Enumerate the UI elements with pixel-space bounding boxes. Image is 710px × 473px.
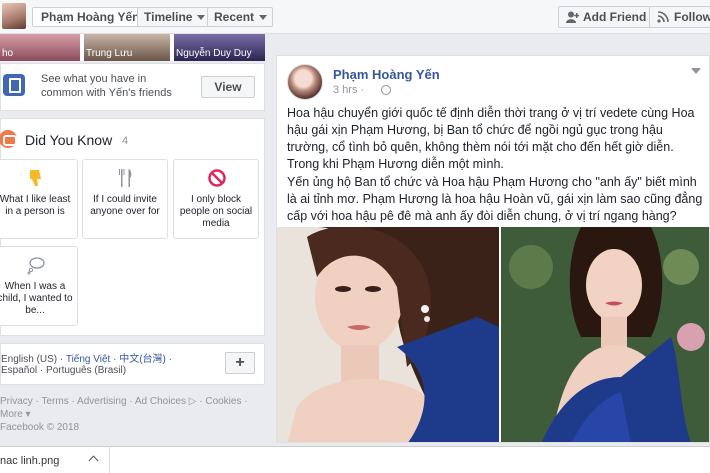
tile-text: I only block people on social media	[179, 194, 253, 229]
thumbs-down-icon	[30, 170, 41, 186]
friend-photo[interactable]: Trung Lưu	[84, 34, 170, 61]
woman-portrait-image	[277, 227, 499, 442]
mutual-friends-icon	[3, 74, 25, 96]
thought-bubble-icon	[27, 257, 45, 275]
add-friend-label: Add Friend	[583, 10, 647, 24]
add-friend-icon	[566, 11, 579, 23]
tile-text: If I could invite anyone over for	[90, 194, 160, 217]
languages-card: English (US) · Tiếng Việt · 中文(台灣) · Esp…	[0, 343, 265, 385]
post-card: Phạm Hoàng Yến 3 hrs · Hoa hậu chuyển gi…	[276, 55, 710, 443]
did-you-know-tile[interactable]: When I was a child, I wanted to be...	[0, 246, 78, 326]
friend-name: Trung Lưu	[86, 48, 133, 59]
download-item[interactable]: nac linh.png	[0, 447, 110, 473]
friend-name: Nguyễn Duy Duy	[176, 48, 252, 59]
chevron-down-icon	[259, 15, 268, 20]
post-timestamp[interactable]: 3 hrs ·	[333, 84, 364, 96]
block-icon	[208, 169, 226, 187]
friend-photo[interactable]: ho	[0, 34, 80, 61]
language-links-2[interactable]: Español · Português (Brasil)	[1, 365, 126, 376]
profile-name-button[interactable]: Phạm Hoàng Yến	[32, 7, 149, 27]
languages-line-1: English (US) · Tiếng Việt · 中文(台灣) ·	[1, 350, 172, 365]
chevron-up-icon[interactable]	[88, 455, 99, 466]
follow-label: Follow	[674, 10, 710, 24]
profile-avatar-small[interactable]	[2, 3, 26, 29]
did-you-know-count: 4	[122, 135, 129, 147]
recent-label: Recent	[214, 10, 255, 24]
current-language: English (US)	[1, 354, 58, 365]
did-you-know-tile[interactable]: If I could invite anyone over for	[82, 159, 168, 239]
post-paragraph: Hoa hậu chuyển giới quốc tế định diễn th…	[287, 106, 695, 171]
footer-more[interactable]: More ▾	[0, 409, 31, 420]
rss-icon	[657, 11, 669, 23]
friend-name: ho	[2, 48, 14, 59]
add-language-button[interactable]: +	[225, 352, 255, 374]
post-author-avatar[interactable]	[287, 64, 323, 100]
woman-blue-dress-image	[501, 227, 709, 442]
post-photo[interactable]	[277, 227, 499, 442]
language-links[interactable]: · Tiếng Việt · 中文(台灣) ·	[60, 354, 172, 365]
profile-header-bar: Phạm Hoàng Yến Timeline Recent Add Frien…	[0, 0, 710, 34]
download-bar: nac linh.png	[0, 446, 710, 473]
timeline-dropdown[interactable]: Timeline	[137, 7, 212, 27]
did-you-know-tile[interactable]: What I like least in a person is	[0, 159, 78, 239]
fork-knife-icon	[119, 169, 132, 187]
download-file-name: nac linh.png	[0, 455, 60, 467]
post-author-name[interactable]: Phạm Hoàng Yến	[333, 67, 440, 82]
friend-photo[interactable]: Nguyễn Duy Duy	[174, 34, 265, 61]
did-you-know-tile[interactable]: I only block people on social media	[173, 159, 259, 239]
recent-dropdown[interactable]: Recent	[207, 7, 274, 27]
tile-text: What I like least in a person is	[0, 194, 71, 217]
follow-button[interactable]: Follow	[649, 6, 710, 28]
friends-photo-strip: ho Trung Lưu Nguyễn Duy Duy	[0, 34, 265, 61]
view-button[interactable]: View	[201, 76, 255, 98]
footer-links[interactable]: Privacy · Terms · Advertising · Ad Choic…	[0, 396, 248, 407]
chevron-down-icon[interactable]	[691, 68, 701, 74]
did-you-know-title: Did You Know	[25, 132, 113, 148]
mutual-friends-text: See what you have in common with Yến's f…	[41, 73, 172, 99]
post-paragraph: Yến ủng hộ Ban tổ chức và Hoa hậu Phạm H…	[287, 175, 703, 223]
footer-copyright: Facebook © 2018	[0, 422, 80, 433]
chevron-down-icon	[197, 15, 206, 20]
post-photo[interactable]	[501, 227, 709, 442]
add-friend-button[interactable]: Add Friend	[558, 6, 656, 28]
tile-text: When I was a child, I wanted to be...	[0, 281, 73, 316]
timeline-label: Timeline	[144, 10, 193, 24]
globe-icon	[381, 85, 391, 95]
speech-bubble-icon	[0, 130, 17, 148]
mutual-friends-card: See what you have in common with Yến's f…	[0, 63, 265, 111]
did-you-know-card: Did You Know 4 What I like least in a pe…	[0, 118, 265, 336]
